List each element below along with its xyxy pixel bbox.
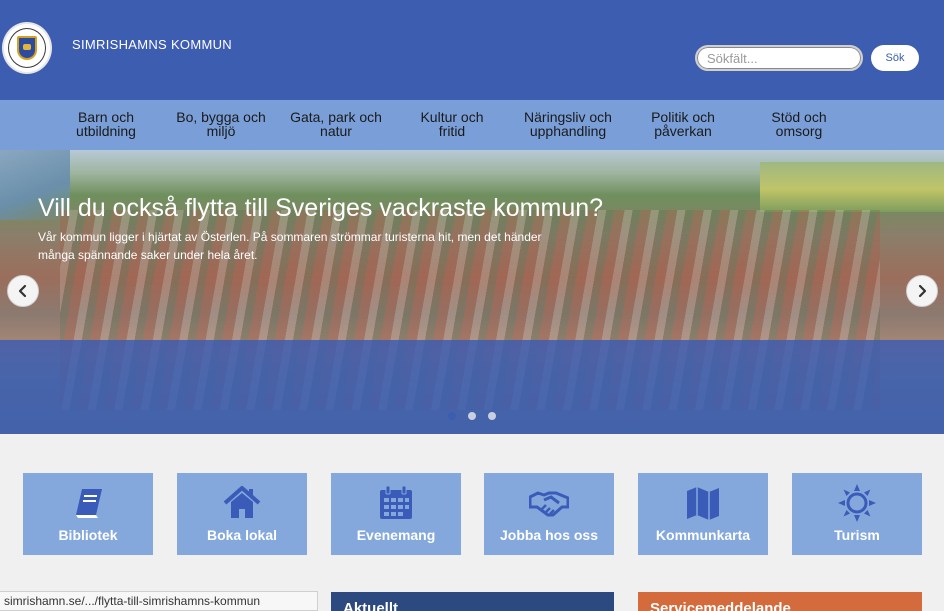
carousel-next-button[interactable]	[906, 275, 938, 307]
main-navigation: Barn och utbildning Bo, bygga och miljö …	[0, 100, 944, 150]
quick-link-label: Turism	[834, 527, 880, 543]
nav-item-stod-och-omsorg[interactable]: Stöd och omsorg	[739, 110, 859, 138]
calendar-icon	[380, 485, 412, 519]
map-icon	[687, 487, 719, 520]
quick-link-label: Boka lokal	[206, 527, 278, 543]
municipal-logo-icon[interactable]	[2, 22, 52, 74]
nav-item-bo-bygga-och-miljo[interactable]: Bo, bygga och miljö	[161, 110, 281, 138]
nav-item-politik-och-paverkan[interactable]: Politik och påverkan	[623, 110, 743, 138]
book-icon	[76, 489, 102, 518]
quick-link-label: Jobba hos oss	[499, 527, 599, 543]
service-message-header[interactable]: Servicemeddelande	[638, 592, 922, 611]
quick-link-label: Evenemang	[356, 527, 436, 543]
search-button[interactable]: Sök	[871, 45, 919, 71]
carousel-prev-button[interactable]	[7, 275, 39, 307]
nav-item-barn-och-utbildning[interactable]: Barn och utbildning	[46, 110, 166, 138]
site-header: SIMRISHAMNS KOMMUN Sök	[0, 0, 944, 100]
house-icon	[223, 486, 261, 518]
nav-item-kultur-och-fritid[interactable]: Kultur och fritid	[392, 110, 512, 138]
quick-link-boka-lokal[interactable]: Boka lokal	[177, 473, 307, 555]
coat-of-arms-shield	[17, 36, 37, 60]
handshake-icon	[529, 491, 569, 517]
quick-link-label: Bibliotek	[58, 527, 118, 543]
hero-photo-fields	[760, 162, 944, 212]
quick-link-bibliotek[interactable]: Bibliotek	[23, 473, 153, 555]
carousel-dot-2[interactable]	[468, 412, 476, 420]
carousel-dot-1[interactable]	[448, 412, 456, 420]
news-section-header[interactable]: Aktuellt	[331, 592, 614, 611]
quick-link-label: Kommunkarta	[655, 527, 751, 543]
chevron-left-icon	[18, 284, 27, 298]
quick-link-jobba-hos-oss[interactable]: Jobba hos oss	[484, 473, 614, 555]
quick-link-turism[interactable]: Turism	[792, 473, 922, 555]
carousel-dots	[446, 412, 502, 422]
sun-icon	[838, 484, 876, 522]
hero-text: Vår kommun ligger i hjärtat av Österlen.…	[38, 230, 542, 262]
hero-carousel[interactable]	[0, 150, 944, 434]
search-input[interactable]	[695, 45, 863, 71]
status-bar-url: simrishamn.se/.../flytta-till-simrishamn…	[0, 591, 318, 611]
site-title[interactable]: SIMRISHAMNS KOMMUN	[72, 37, 232, 52]
quick-link-evenemang[interactable]: Evenemang	[331, 473, 461, 555]
chevron-right-icon	[918, 284, 927, 298]
nav-item-gata-park-och-natur[interactable]: Gata, park och natur	[276, 110, 396, 138]
hero-title[interactable]: Vill du också flytta till Sveriges vackr…	[38, 194, 603, 223]
quick-link-kommunkarta[interactable]: Kommunkarta	[638, 473, 768, 555]
carousel-dot-3[interactable]	[488, 412, 496, 420]
nav-item-naringsliv-och-upphandling[interactable]: Näringsliv och upphandling	[508, 110, 628, 138]
